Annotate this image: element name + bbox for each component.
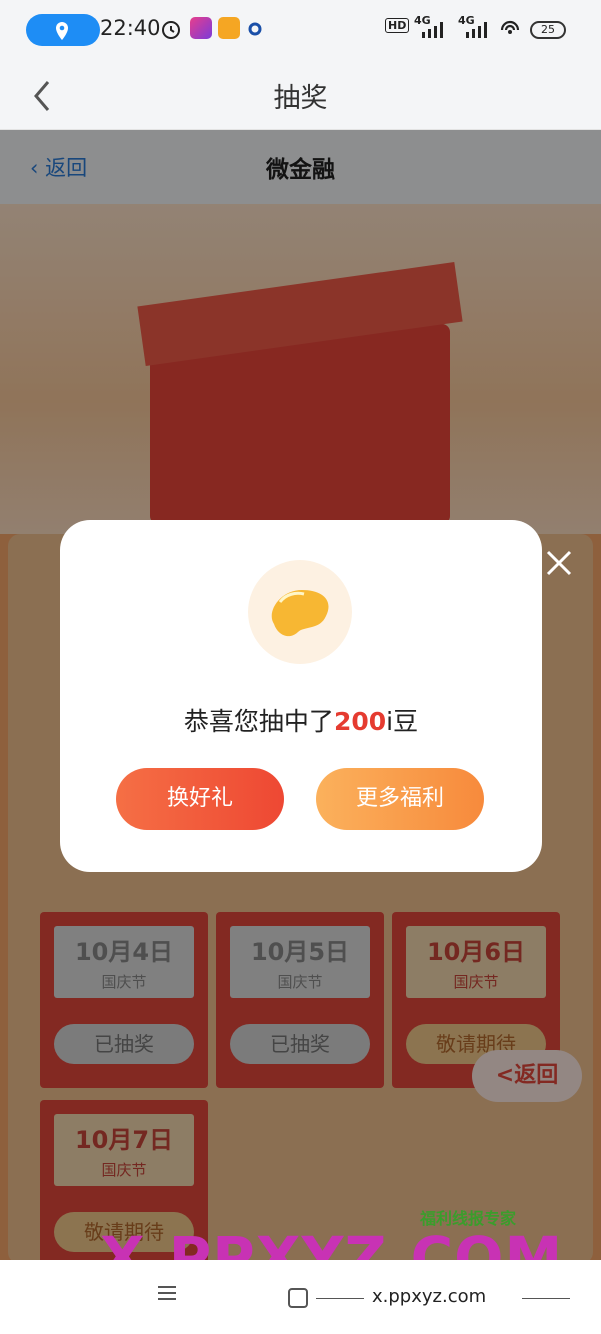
- exchange-gift-button[interactable]: 换好礼: [116, 768, 284, 830]
- prize-amount: 200: [333, 707, 387, 736]
- prize-message: 恭喜您抽中了200i豆: [60, 702, 542, 738]
- alarm-icon: [162, 21, 180, 39]
- hd-indicator: HD: [385, 18, 410, 33]
- location-pin-icon: [56, 22, 68, 40]
- message-suffix: i豆: [386, 707, 419, 736]
- bean-icon: [271, 590, 329, 637]
- bean-icon-circle: [248, 560, 352, 664]
- title-bar: 抽奖: [0, 62, 601, 130]
- more-benefits-button[interactable]: 更多福利: [316, 768, 484, 830]
- app-b-icon: [248, 22, 262, 36]
- location-pill[interactable]: [26, 14, 100, 46]
- prize-dialog: 恭喜您抽中了200i豆 换好礼 更多福利: [60, 520, 542, 872]
- signal-icon-1: [422, 22, 443, 38]
- app-screen: { "status_bar": {"time": "22:40", "net1"…: [0, 0, 601, 1334]
- divider-line: [522, 1298, 570, 1299]
- status-bar: 22:40 HD 4G 4G 25: [0, 0, 601, 62]
- message-prefix: 恭喜您抽中了: [183, 707, 334, 736]
- clock: 22:40: [100, 16, 161, 40]
- watermark-url: x.ppxyz.com: [372, 1286, 487, 1307]
- page-title: 抽奖: [273, 83, 328, 114]
- divider-line: [316, 1298, 364, 1299]
- battery-indicator: 25: [530, 21, 566, 39]
- home-square-icon[interactable]: [288, 1288, 308, 1308]
- close-icon[interactable]: [544, 548, 574, 578]
- app-notification-icon: [190, 17, 212, 39]
- signal-icon-2: [466, 22, 487, 38]
- hotspot-icon: [500, 20, 520, 34]
- menu-icon[interactable]: [156, 1282, 178, 1304]
- system-nav-bar: x.ppxyz.com: [0, 1260, 601, 1334]
- notes-notification-icon: [218, 17, 240, 39]
